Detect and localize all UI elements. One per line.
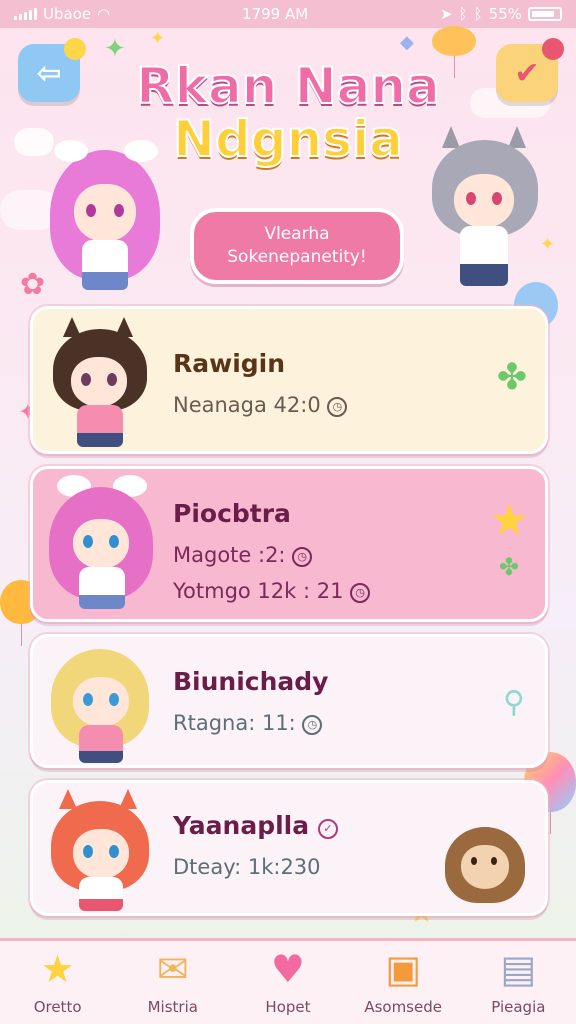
confirm-button[interactable]: ✔ — [496, 38, 564, 102]
nav-item-asomsede[interactable]: ▣ Asomsede — [348, 950, 458, 1016]
bubble-line-1: Vlearha — [264, 224, 330, 245]
status-bar: Ubaoe ◠ 1799 AM ➤ ᛒ ᛒ 55% — [0, 0, 576, 28]
gift-icon: ▤ — [500, 946, 537, 991]
character-name: Yaanaplla ✓ — [173, 811, 338, 840]
pink-hair-girl-avatar — [40, 140, 170, 300]
character-card[interactable]: Yaanaplla ✓ Dteay: 1k:230 — [30, 780, 548, 916]
character-stat: Yotmgo 12k : 21 ◷ — [173, 579, 371, 603]
nav-item-hopet[interactable]: ♥ Hopet — [233, 950, 343, 1016]
nav-label: Pieagia — [491, 997, 546, 1016]
nav-item-pieagia[interactable]: ▤ Pieagia — [463, 950, 573, 1016]
bottom-nav: ★ Oretto ✉ Mistria ♥ Hopet ▣ Asomsede ▤ … — [0, 938, 576, 1024]
character-card[interactable]: Piocbtra Magote :2: ◷ Yotmgo 12k : 21 ◷ … — [30, 466, 548, 622]
nav-label: Hopet — [265, 997, 311, 1016]
back-button[interactable]: ⇦ — [18, 38, 86, 102]
notification-dot — [542, 38, 564, 60]
app-title: Rkan Nana Ndgnsia — [120, 57, 456, 168]
signal-icon — [14, 8, 37, 20]
nav-label: Asomsede — [364, 997, 442, 1016]
title-line-2: Ndgnsia — [172, 109, 404, 168]
nav-item-mistria[interactable]: ✉ Mistria — [118, 950, 228, 1016]
battery-label: 55% — [488, 5, 522, 23]
character-name: Biunichady — [173, 667, 329, 696]
balloon-icon — [432, 26, 476, 78]
clock-icon: ◷ — [327, 397, 348, 417]
back-arrow-icon: ⇦ — [36, 55, 62, 91]
bear-mascot-avatar — [443, 827, 527, 913]
heart-icon: ♥ — [270, 946, 305, 991]
red-hair-catgirl-avatar — [45, 789, 155, 915]
dark-hair-catgirl-avatar — [45, 317, 155, 451]
clock-icon: ◷ — [302, 715, 323, 735]
character-stat: Rtagna: 11: ◷ — [173, 711, 323, 735]
wifi-icon: ◠ — [97, 5, 111, 23]
pink-hair-girl-avatar — [43, 475, 159, 615]
carrier-label: Ubaoe — [43, 5, 92, 23]
cat-message-icon: ✉ — [156, 946, 189, 991]
nav-label: Oretto — [33, 997, 82, 1016]
location-icon: ➤ — [440, 5, 453, 23]
status-time: 1799 AM — [242, 5, 309, 23]
character-stat: Dteay: 1k:230 — [173, 855, 321, 879]
character-stat: Neanaga 42:0 ◷ — [173, 393, 348, 417]
character-card[interactable]: Rawigin Neanaga 42:0 ◷ ✤ — [30, 306, 548, 454]
clover-icon: ✤ — [496, 357, 527, 398]
character-name: Rawigin — [173, 349, 286, 378]
sparkle-icon: ✦ — [104, 34, 126, 64]
star-icon: ★ — [489, 495, 529, 546]
bubble-line-2: Sokenepanetity! — [227, 247, 367, 267]
character-stat: Magote :2: ◷ — [173, 543, 313, 567]
speech-bubble: Vlearha Sokenepanetity! — [190, 208, 404, 284]
blonde-girl-avatar — [45, 643, 155, 767]
title-line-1: Rkan Nana — [135, 57, 440, 115]
character-card[interactable]: Biunichady Rtagna: 11: ◷ ⚲ — [30, 634, 548, 768]
bone-icon: ⚲ — [503, 685, 525, 720]
clock-icon: ◷ — [350, 583, 371, 603]
clover-icon: ✤ — [498, 553, 519, 581]
battery-icon — [528, 7, 562, 21]
checkmark-icon: ✔ — [514, 55, 540, 91]
notification-dot — [64, 38, 86, 60]
clock-icon: ◷ — [292, 547, 313, 567]
sparkle-icon: ✦ — [150, 28, 166, 49]
check-badge-icon: ✓ — [317, 819, 338, 839]
bluetooth-icon: ᛒ — [458, 5, 468, 23]
character-name: Piocbtra — [173, 499, 291, 528]
bluetooth-icon-2: ᛒ — [473, 5, 483, 23]
gray-hair-catboy-avatar — [420, 126, 550, 296]
nav-item-oretto[interactable]: ★ Oretto — [3, 950, 113, 1016]
toast-icon: ▣ — [385, 946, 422, 991]
star-icon: ★ — [40, 946, 75, 991]
sparkle-icon: ◆ — [400, 32, 414, 53]
nav-label: Mistria — [147, 997, 198, 1016]
